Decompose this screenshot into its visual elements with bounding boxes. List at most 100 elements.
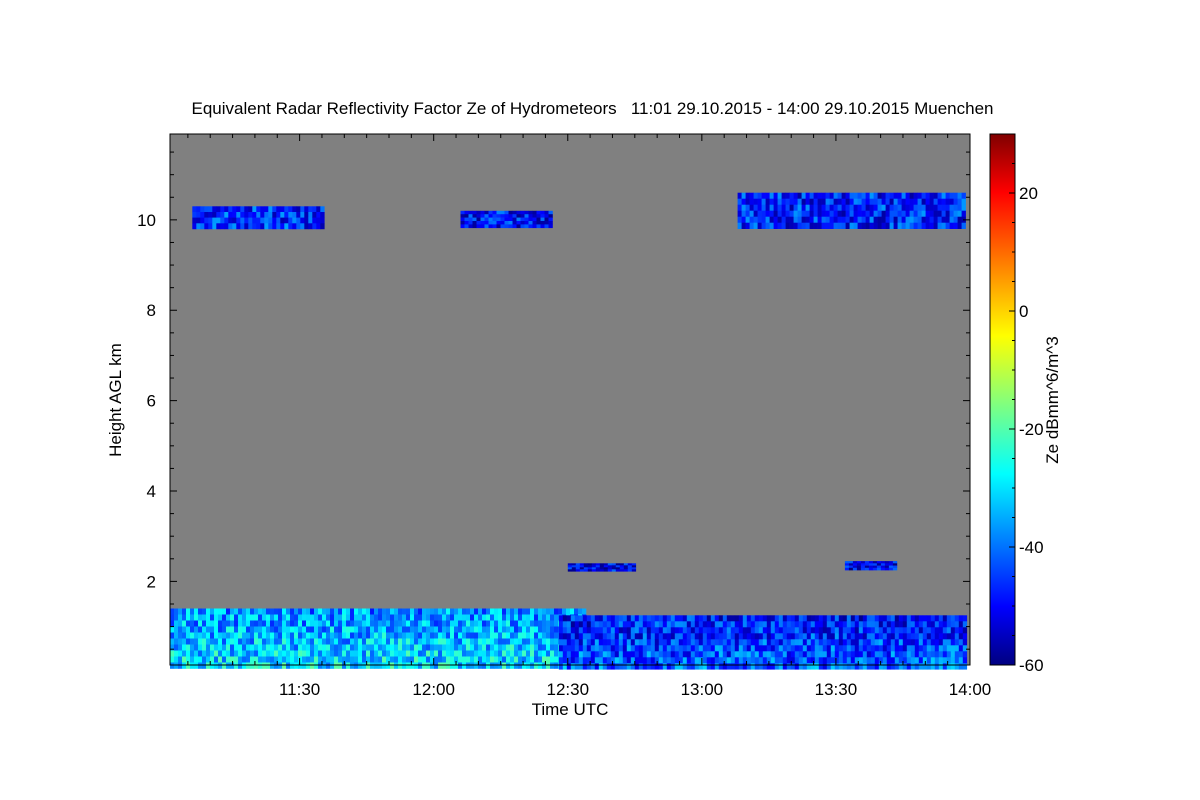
echo-cell (248, 217, 253, 224)
echo-cell (206, 662, 211, 669)
echo-cell (226, 620, 231, 627)
echo-cell (242, 662, 247, 669)
echo-cell (738, 627, 744, 634)
y-tick-label: 6 (147, 392, 156, 411)
echo-cell (790, 639, 796, 646)
echo-cell (338, 656, 343, 663)
echo-cell (236, 212, 241, 218)
echo-cell (694, 621, 700, 628)
echo-cell (250, 620, 255, 627)
echo-cell (894, 621, 900, 628)
echo-cell (870, 633, 876, 640)
echo-cell (858, 657, 864, 664)
echo-cell (492, 214, 497, 218)
echo-cell (893, 210, 898, 217)
echo-cell (858, 627, 864, 634)
echo-cell (338, 638, 343, 645)
echo-cell (284, 206, 289, 213)
echo-cell (642, 615, 648, 622)
echo-cell (603, 565, 609, 568)
echo-cell (926, 615, 932, 622)
echo-cell (486, 656, 491, 663)
echo-cell (382, 632, 387, 639)
echo-cell (482, 644, 487, 651)
echo-cell (300, 217, 305, 224)
echo-cell (482, 626, 487, 633)
echo-cell (194, 644, 199, 651)
echo-cell (314, 662, 319, 669)
echo-cell (921, 192, 926, 199)
echo-cell (654, 645, 660, 652)
echo-cell (926, 627, 932, 634)
echo-cell (718, 657, 724, 664)
echo-cell (622, 663, 628, 670)
echo-cell (520, 214, 525, 218)
echo-cell (881, 192, 886, 199)
echo-cell (218, 638, 223, 645)
echo-cell (550, 608, 555, 615)
echo-cell (476, 214, 481, 218)
echo-cell (268, 223, 273, 230)
echo-cell (893, 192, 898, 199)
echo-cell (426, 620, 431, 627)
echo-cell (905, 216, 910, 223)
echo-cell (270, 614, 275, 621)
echo-cell (212, 223, 217, 230)
echo-cell (194, 632, 199, 639)
echo-cell (866, 651, 872, 658)
echo-cell (885, 222, 890, 229)
echo-cell (814, 633, 820, 640)
echo-cell (606, 651, 612, 658)
echo-cell (950, 645, 956, 652)
echo-cell (854, 639, 860, 646)
echo-cell (362, 656, 367, 663)
echo-cell (886, 651, 892, 658)
echo-cell (450, 662, 455, 669)
echo-cell (494, 620, 499, 627)
echo-cell (278, 650, 283, 657)
echo-cell (873, 222, 878, 229)
echo-cell (590, 645, 596, 652)
echo-cell (910, 645, 916, 652)
echo-cell (430, 638, 435, 645)
echo-cell (558, 651, 564, 658)
echo-cell (314, 638, 319, 645)
echo-cell (825, 216, 830, 223)
echo-cell (534, 644, 539, 651)
echo-cell (200, 223, 205, 230)
echo-cell (322, 650, 327, 657)
echo-cell (434, 656, 439, 663)
echo-cell (888, 563, 894, 566)
echo-cell (805, 192, 810, 199)
echo-cell (438, 662, 443, 669)
echo-cell (938, 657, 944, 664)
echo-cell (204, 217, 209, 224)
echo-cell (876, 563, 882, 566)
echo-cell (278, 632, 283, 639)
echo-cell (492, 224, 497, 229)
echo-cell (925, 210, 930, 217)
echo-cell (198, 656, 203, 663)
echo-cell (910, 615, 916, 622)
echo-cell (276, 223, 281, 230)
echo-cell (326, 662, 331, 669)
echo-cell (749, 216, 754, 223)
echo-cell (248, 223, 253, 230)
echo-cell (566, 621, 572, 628)
echo-cell (878, 615, 884, 622)
echo-cell (522, 638, 527, 645)
echo-cell (934, 651, 940, 658)
echo-cell (906, 633, 912, 640)
echo-cell (270, 608, 275, 615)
echo-cell (574, 621, 580, 628)
echo-cell (542, 632, 547, 639)
echo-cell (706, 621, 712, 628)
echo-cell (386, 650, 391, 657)
echo-cell (290, 614, 295, 621)
echo-cell (532, 214, 537, 218)
echo-cell (950, 621, 956, 628)
echo-cell (638, 663, 644, 670)
echo-cell (430, 632, 435, 639)
echo-cell (926, 621, 932, 628)
echo-cell (662, 639, 668, 646)
